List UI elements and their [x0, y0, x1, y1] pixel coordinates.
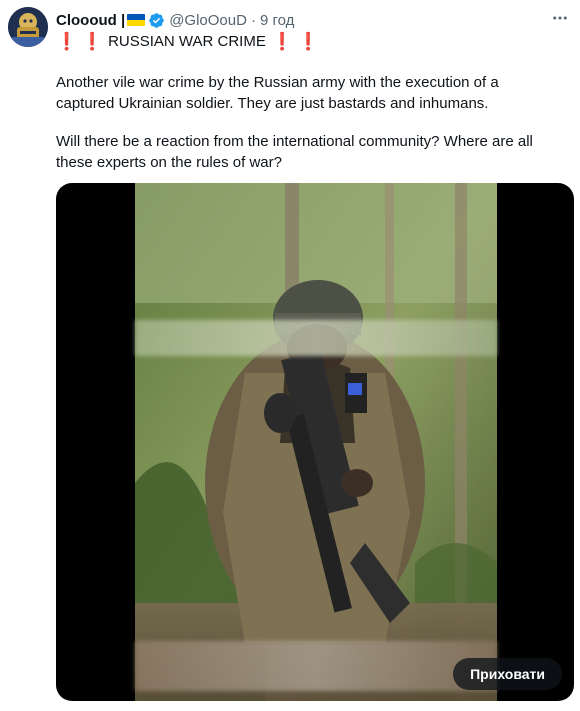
video-frame[interactable] — [135, 183, 497, 701]
tweet-header: Cloooud | @GloOouD · 9 год — [56, 10, 560, 30]
tweet-paragraph: Another vile war crime by the Russian ar… — [56, 74, 499, 112]
avatar[interactable] — [8, 7, 48, 47]
separator-dot: · — [250, 11, 256, 29]
tweet[interactable]: Cloooud | @GloOouD · 9 год ❗ ❗ RUSSIAN W… — [0, 0, 580, 711]
avatar-image — [8, 7, 48, 47]
tweet-headline: ❗ ❗ RUSSIAN WAR CRIME ❗ ❗ — [56, 32, 323, 52]
verified-badge-icon — [149, 12, 164, 28]
blurred-region — [135, 320, 497, 356]
exclamation-marks-icon: ❗ ❗ — [56, 32, 104, 51]
exclamation-marks-icon: ❗ ❗ — [271, 32, 319, 51]
blurred-region — [135, 641, 497, 691]
headline-text: RUSSIAN WAR CRIME — [108, 33, 266, 50]
ukraine-flag-icon — [127, 14, 146, 26]
more-horizontal-icon — [553, 16, 567, 20]
author-name[interactable]: Cloooud | — [56, 12, 125, 29]
author-handle[interactable]: @GloOouD — [169, 12, 247, 29]
timestamp[interactable]: 9 год — [260, 12, 294, 29]
more-options-button[interactable] — [548, 8, 572, 28]
hide-media-button[interactable]: Приховати — [453, 658, 562, 690]
tweet-paragraph: Will there be a reaction from the intern… — [56, 133, 533, 171]
media-container[interactable]: Приховати — [56, 183, 574, 701]
